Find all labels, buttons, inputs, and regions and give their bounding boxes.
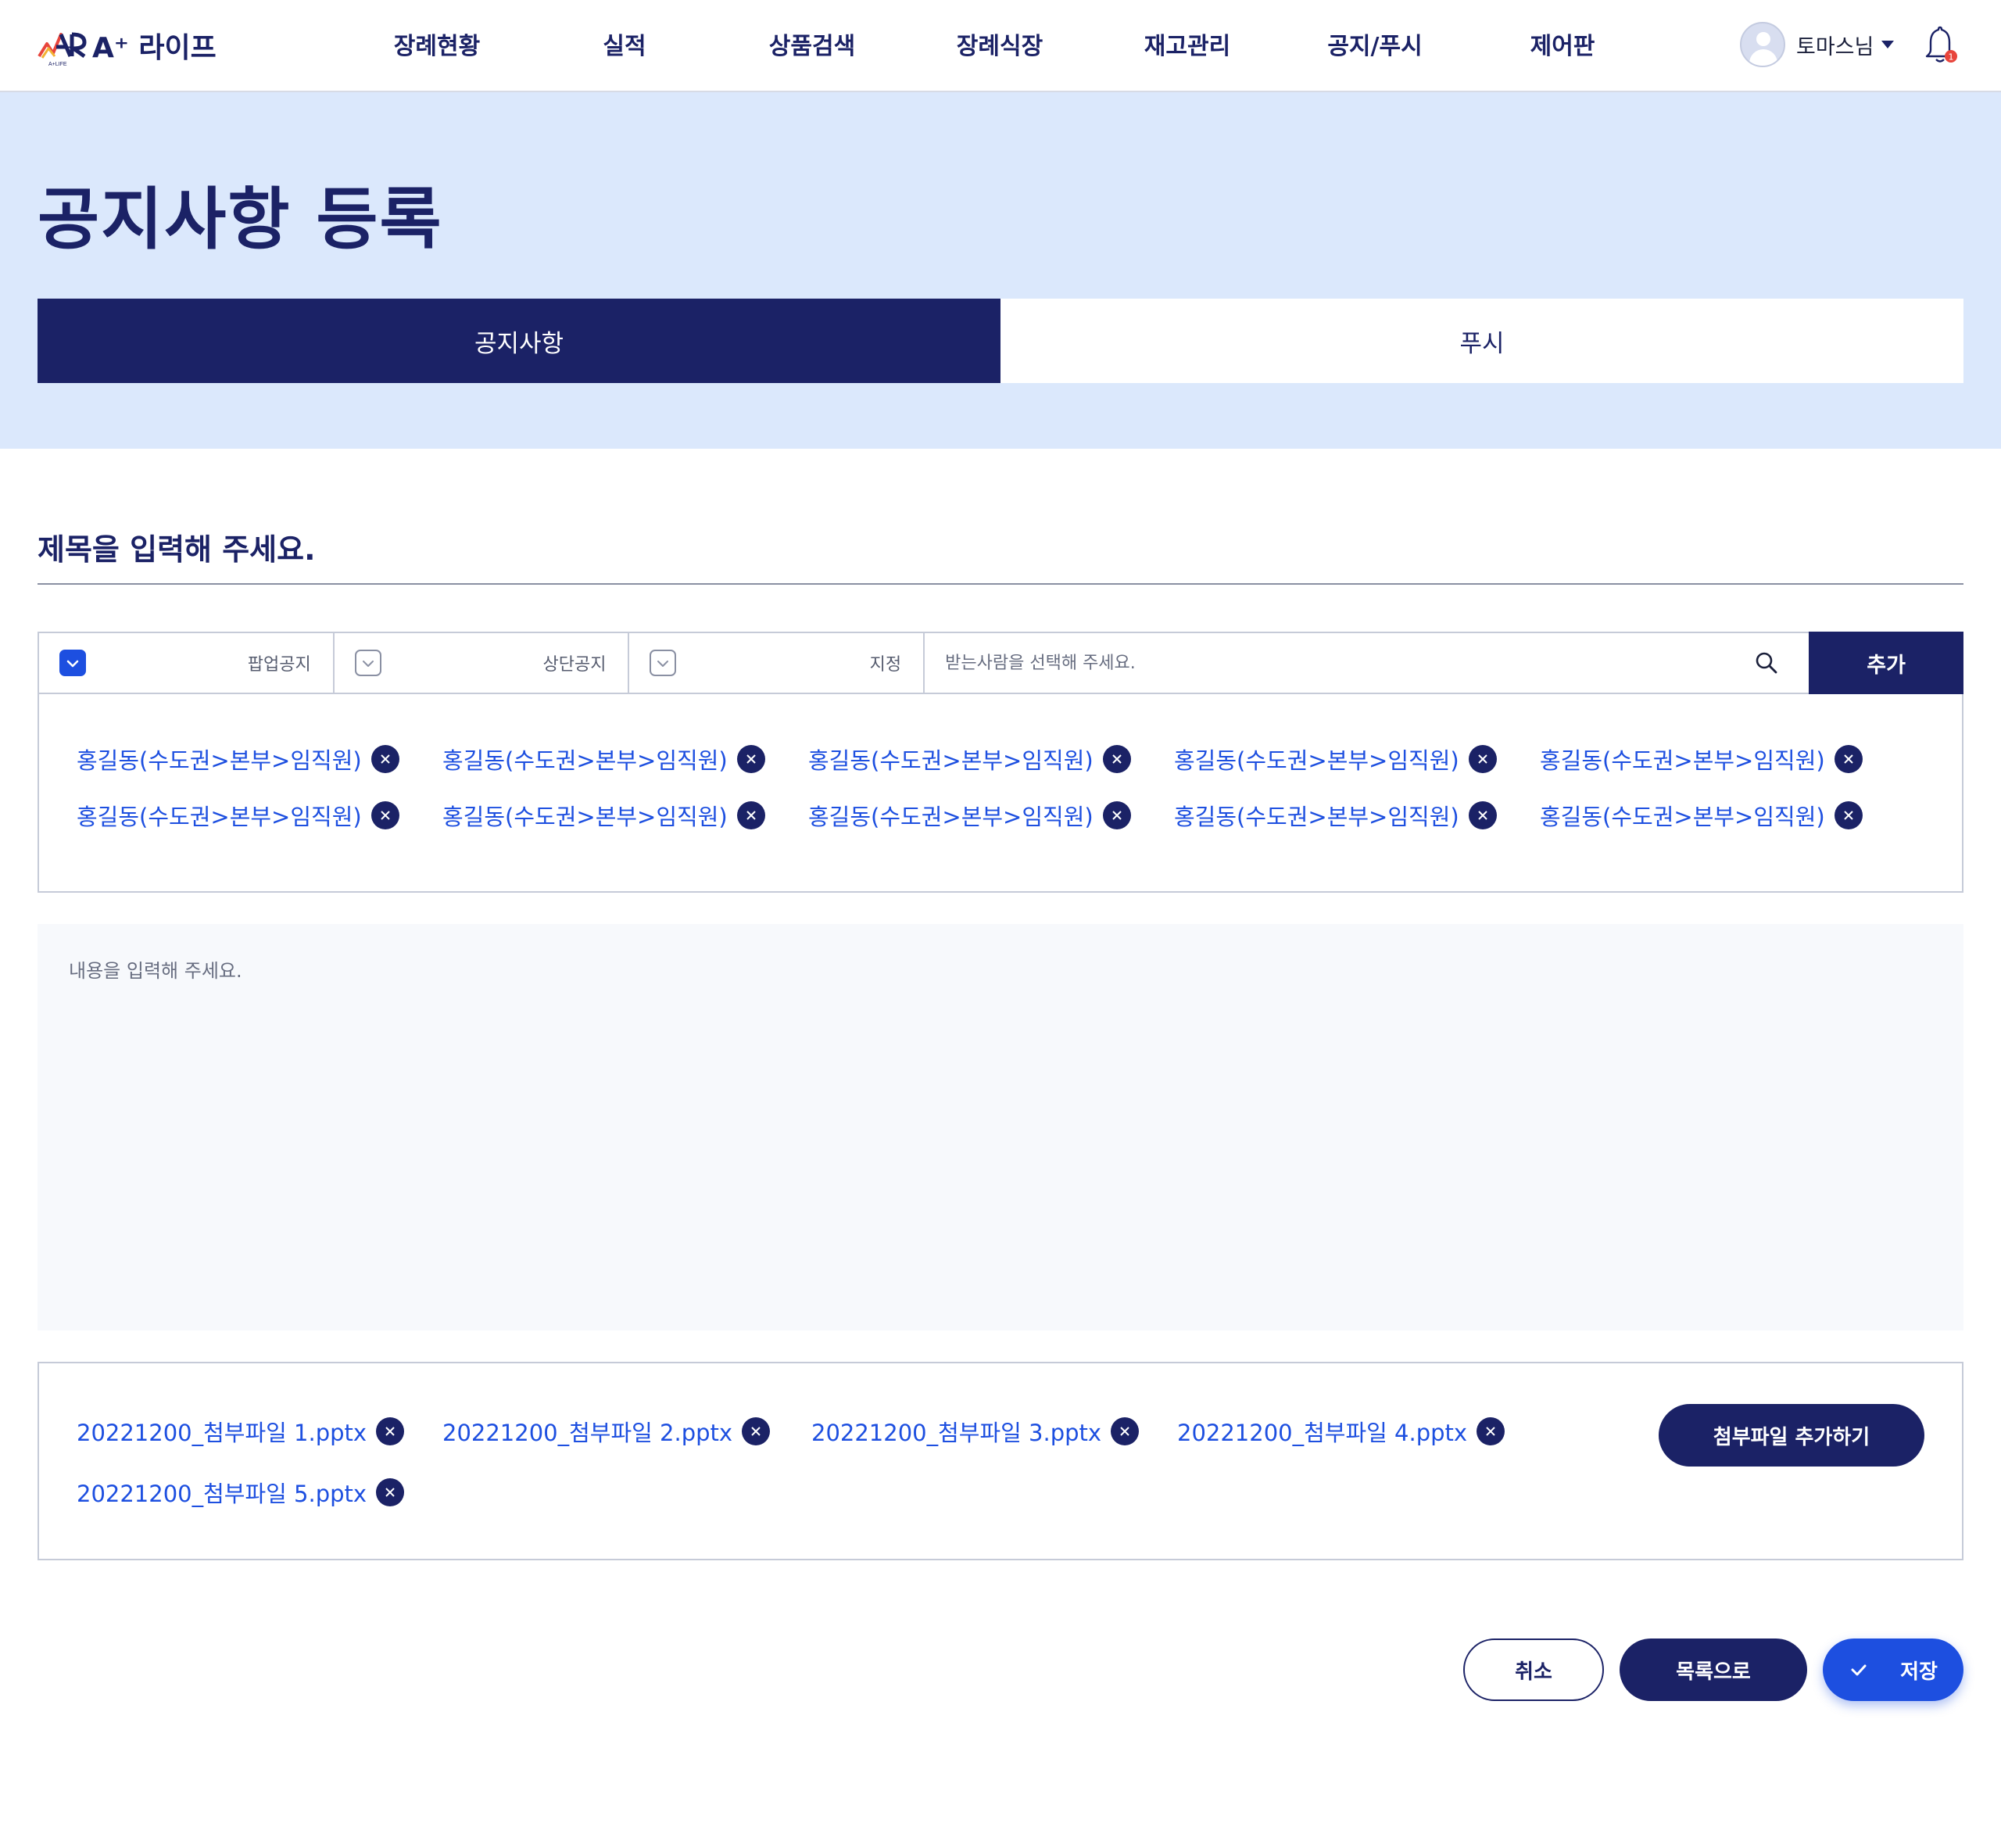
title-input[interactable] [38, 516, 1963, 585]
popup-notice-option[interactable]: 팝업공지 [39, 633, 335, 693]
check-icon [66, 660, 79, 668]
close-circle-icon[interactable] [370, 745, 399, 773]
content-textarea[interactable] [38, 924, 1963, 1330]
close-circle-icon[interactable] [1477, 1417, 1505, 1445]
add-attachment-button[interactable]: 첨부파일 추가하기 [1659, 1404, 1924, 1467]
recipient-name: 홍길동(수도권>본부>임직원) [1540, 747, 1825, 774]
recipient-chip: 홍길동(수도권>본부>임직원) [808, 799, 1131, 832]
designate-option[interactable]: 지정 [629, 633, 925, 693]
recipient-name: 홍길동(수도권>본부>임직원) [442, 747, 728, 774]
checkbox-designate[interactable] [650, 650, 677, 676]
close-circle-icon[interactable] [1834, 745, 1863, 773]
checkbox-popup-notice[interactable] [59, 650, 86, 676]
recipient-name: 홍길동(수도권>본부>임직원) [1174, 747, 1459, 774]
recipient-name: 홍길동(수도권>본부>임직원) [442, 804, 728, 830]
nav-funeral-status[interactable]: 장례현황 [394, 27, 480, 61]
recipient-chip: 홍길동(수도권>본부>임직원) [1174, 743, 1497, 775]
close-circle-icon[interactable] [1834, 801, 1863, 829]
notification-count: 1 [1949, 52, 1954, 63]
attachment-name: 20221200_첨부파일 1.pptx [77, 1420, 367, 1446]
recipient-chip: 홍길동(수도권>본부>임직원) [442, 743, 765, 775]
attachment-chip: 20221200_첨부파일 2.pptx [442, 1415, 771, 1448]
checkbox-top-notice[interactable] [354, 650, 381, 676]
top-notice-label: 상단공지 [542, 655, 607, 675]
recipient-chip: 홍길동(수도권>본부>임직원) [1174, 799, 1497, 832]
logo[interactable]: A+LIFE A⁺ 라이프 [38, 23, 217, 67]
recipient-chip: 홍길동(수도권>본부>임직원) [1540, 799, 1863, 832]
user-name: 토마스님 [1796, 34, 1874, 59]
caret-down-icon [1881, 41, 1895, 48]
close-circle-icon[interactable] [742, 1417, 771, 1445]
recipient-name: 홍길동(수도권>본부>임직원) [77, 804, 362, 830]
close-circle-icon[interactable] [1468, 801, 1497, 829]
close-circle-icon[interactable] [376, 1478, 405, 1506]
popup-notice-label: 팝업공지 [247, 655, 311, 675]
cancel-button[interactable]: 취소 [1463, 1638, 1604, 1701]
recipient-name: 홍길동(수도권>본부>임직원) [1174, 804, 1459, 830]
attachment-chip: 20221200_첨부파일 3.pptx [811, 1415, 1140, 1448]
save-label: 저장 [1900, 1660, 1938, 1684]
save-button[interactable]: 저장 [1823, 1638, 1963, 1701]
nav-performance[interactable]: 실적 [603, 27, 646, 61]
nav-product-search[interactable]: 상품검색 [769, 27, 855, 61]
recipient-name: 홍길동(수도권>본부>임직원) [808, 747, 1094, 774]
tab-bar: 공지사항 푸시 [38, 299, 1963, 383]
search-icon[interactable] [1754, 650, 1779, 675]
close-circle-icon[interactable] [1102, 745, 1131, 773]
top-navigation-bar: A+LIFE A⁺ 라이프 장례현황 실적 상품검색 장례식장 재고관리 공지/… [0, 0, 2001, 92]
user-menu[interactable]: 토마스님 [1740, 22, 1895, 67]
avatar [1740, 22, 1785, 67]
top-notice-option[interactable]: 상단공지 [334, 633, 630, 693]
close-circle-icon[interactable] [376, 1417, 405, 1445]
tab-push[interactable]: 푸시 [1000, 299, 1963, 383]
attachment-name: 20221200_첨부파일 4.pptx [1177, 1420, 1468, 1446]
attachment-chip: 20221200_첨부파일 4.pptx [1177, 1415, 1505, 1448]
brand-name: A⁺ 라이프 [92, 32, 217, 64]
check-icon [362, 661, 374, 667]
attachment-chip: 20221200_첨부파일 1.pptx [77, 1415, 405, 1448]
recipient-chip: 홍길동(수도권>본부>임직원) [442, 799, 765, 832]
recipient-selector: 팝업공지 상단공지 지정 추가 [38, 632, 1963, 694]
svg-text:A+LIFE: A+LIFE [48, 62, 67, 67]
recipient-chip: 홍길동(수도권>본부>임직원) [808, 743, 1131, 775]
nav-inventory[interactable]: 재고관리 [1144, 27, 1230, 61]
recipient-name: 홍길동(수도권>본부>임직원) [1540, 804, 1825, 830]
page-title: 공지사항 등록 [38, 181, 443, 259]
check-icon [1851, 1664, 1867, 1676]
close-circle-icon[interactable] [1102, 801, 1131, 829]
recipient-chip: 홍길동(수도권>본부>임직원) [77, 799, 399, 832]
bell-icon[interactable]: 1 [1920, 25, 1960, 66]
recipient-chip: 홍길동(수도권>본부>임직원) [77, 743, 399, 775]
logo-mark-icon: A+LIFE [38, 32, 87, 67]
attachment-name: 20221200_첨부파일 5.pptx [77, 1481, 367, 1507]
close-circle-icon[interactable] [1468, 745, 1497, 773]
back-to-list-button[interactable]: 목록으로 [1620, 1638, 1807, 1701]
close-circle-icon[interactable] [370, 801, 399, 829]
designate-label: 지정 [869, 655, 902, 675]
page-hero [0, 92, 2001, 449]
close-circle-icon[interactable] [736, 801, 765, 829]
close-circle-icon[interactable] [1111, 1417, 1140, 1445]
recipient-name: 홍길동(수도권>본부>임직원) [808, 804, 1094, 830]
nav-funeral-hall[interactable]: 장례식장 [957, 27, 1043, 61]
attachment-box: 20221200_첨부파일 1.pptx 20221200_첨부파일 2.ppt… [38, 1362, 1963, 1560]
nav-notice-push[interactable]: 공지/푸시 [1327, 27, 1422, 61]
check-icon [657, 661, 669, 667]
attachment-name: 20221200_첨부파일 2.pptx [442, 1420, 733, 1446]
nav-control-panel[interactable]: 제어판 [1530, 27, 1595, 61]
recipient-name: 홍길동(수도권>본부>임직원) [77, 747, 362, 774]
attachment-chip: 20221200_첨부파일 5.pptx [77, 1476, 405, 1509]
recipient-list: 홍길동(수도권>본부>임직원) 홍길동(수도권>본부>임직원) 홍길동(수도권>… [38, 694, 1963, 893]
recipient-chip: 홍길동(수도권>본부>임직원) [1540, 743, 1863, 775]
tab-notice[interactable]: 공지사항 [38, 299, 1000, 383]
attachment-name: 20221200_첨부파일 3.pptx [811, 1420, 1102, 1446]
recipient-search-input[interactable] [925, 633, 1809, 693]
close-circle-icon[interactable] [736, 745, 765, 773]
recipient-search [925, 633, 1809, 693]
add-recipient-button[interactable]: 추가 [1809, 632, 1963, 694]
